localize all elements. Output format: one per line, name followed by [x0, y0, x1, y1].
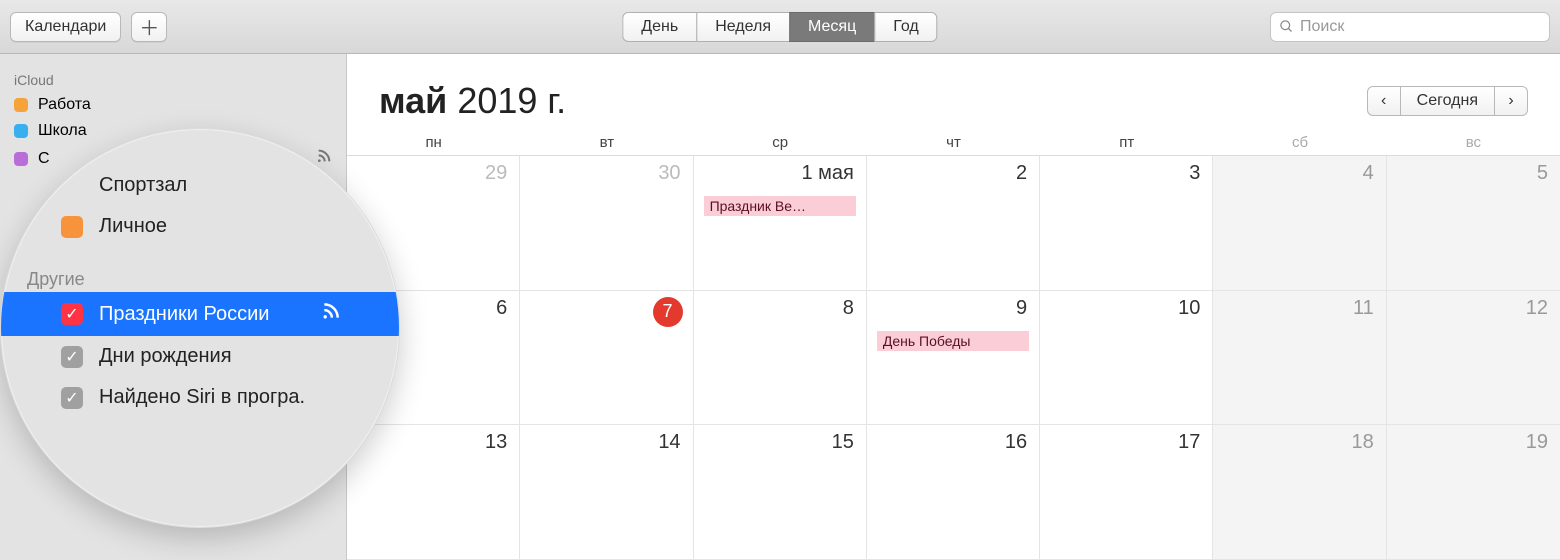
view-tab-День[interactable]: День — [622, 12, 696, 42]
day-number: 19 — [1526, 431, 1548, 454]
view-segmented-control: ДеньНеделяМесяцГод — [622, 12, 937, 42]
day-cell[interactable]: 3 — [1040, 156, 1213, 290]
search-input[interactable]: Поиск — [1270, 12, 1550, 42]
sidebar-item[interactable]: Спортзал — [1, 165, 399, 206]
add-button[interactable]: ＋ — [131, 12, 167, 42]
day-number: 8 — [843, 297, 854, 320]
day-number: 29 — [485, 162, 507, 185]
sidebar-item-label: Спортзал — [99, 174, 187, 197]
calendars-button[interactable]: Календари — [10, 12, 121, 42]
checkbox-icon[interactable]: ✓ — [61, 387, 83, 409]
day-cell[interactable]: 15 — [694, 425, 867, 559]
chevron-right-icon: › — [1508, 92, 1513, 110]
calendar-color-swatch — [14, 98, 28, 112]
day-number: 4 — [1363, 162, 1374, 185]
day-number: 1 мая — [801, 162, 853, 185]
month-title: май 2019 г. — [379, 80, 566, 122]
day-cell[interactable]: 7 — [520, 291, 693, 425]
search-icon — [1279, 19, 1294, 34]
day-cell[interactable]: 16 — [867, 425, 1040, 559]
dow-label: пт — [1040, 130, 1213, 156]
dow-label: вс — [1387, 130, 1560, 156]
day-cell[interactable]: 12 — [1387, 291, 1560, 425]
sidebar-item[interactable]: Личное — [1, 206, 399, 247]
day-number: 12 — [1526, 297, 1548, 320]
day-of-week-header: пнвтсрчтптсбвс — [347, 130, 1560, 156]
day-cell[interactable]: 17 — [1040, 425, 1213, 559]
shared-icon — [321, 301, 341, 327]
next-month-button[interactable]: › — [1494, 86, 1528, 116]
calendar-area: май 2019 г. ‹ Сегодня › пнвтсрчтптсбвс 2… — [347, 54, 1560, 560]
calendar-color-swatch — [61, 216, 83, 238]
day-cell[interactable]: 10 — [1040, 291, 1213, 425]
sidebar-item[interactable]: ✓ Найдено Siri в програ. — [1, 377, 399, 418]
day-cell[interactable]: 14 — [520, 425, 693, 559]
day-number: 18 — [1351, 431, 1373, 454]
day-cell[interactable]: 19 — [1387, 425, 1560, 559]
sidebar-item-label: Личное — [99, 215, 167, 238]
day-cell[interactable]: 13 — [347, 425, 520, 559]
sidebar-section-other: Другие — [1, 259, 399, 292]
day-number: 15 — [832, 431, 854, 454]
day-number: 13 — [485, 431, 507, 454]
search-placeholder: Поиск — [1300, 18, 1344, 36]
day-number: 5 — [1537, 162, 1548, 185]
zoom-lens: Спортзал Личное Другие ✓ Праздники России… — [0, 128, 400, 528]
day-cell[interactable]: 8 — [694, 291, 867, 425]
day-number: 16 — [1005, 431, 1027, 454]
dow-label: сб — [1213, 130, 1386, 156]
day-number: 9 — [1016, 297, 1027, 320]
day-cell[interactable]: 5 — [1387, 156, 1560, 290]
day-number: 17 — [1178, 431, 1200, 454]
day-cell[interactable]: 18 — [1213, 425, 1386, 559]
month-nav: ‹ Сегодня › — [1367, 86, 1528, 116]
sidebar-item[interactable]: ✓ Праздники России — [1, 292, 399, 336]
sidebar-item[interactable]: ✓ Дни рождения — [1, 336, 399, 377]
day-number: 10 — [1178, 297, 1200, 320]
sidebar-item-label: Найдено Siri в програ. — [99, 386, 305, 409]
checkbox-icon[interactable]: ✓ — [61, 346, 83, 368]
month-grid: 29 30 1 мая Праздник Ве… 2 3 4 5 6 7 8 9 День Победы… — [347, 156, 1560, 560]
prev-month-button[interactable]: ‹ — [1367, 86, 1401, 116]
day-number: 30 — [658, 162, 680, 185]
sidebar-item-label: Работа — [38, 96, 91, 114]
day-cell[interactable]: 1 мая Праздник Ве… — [694, 156, 867, 290]
view-tab-Год[interactable]: Год — [874, 12, 937, 42]
day-cell[interactable]: 2 — [867, 156, 1040, 290]
view-tab-Месяц[interactable]: Месяц — [789, 12, 874, 42]
today-button[interactable]: Сегодня — [1401, 86, 1494, 116]
day-cell[interactable]: 9 День Победы — [867, 291, 1040, 425]
day-cell[interactable]: 4 — [1213, 156, 1386, 290]
event-pill[interactable]: Праздник Ве… — [704, 196, 856, 216]
sidebar-item-label: Праздники России — [99, 303, 269, 326]
sidebar-item-label: Дни рождения — [99, 345, 232, 368]
day-number: 3 — [1189, 162, 1200, 185]
day-number: 14 — [658, 431, 680, 454]
toolbar: Календари ＋ ДеньНеделяМесяцГод Поиск — [0, 0, 1560, 54]
sidebar-item[interactable]: Работа — [0, 92, 346, 118]
chevron-left-icon: ‹ — [1381, 92, 1386, 110]
dow-label: вт — [520, 130, 693, 156]
day-number: 11 — [1353, 297, 1374, 320]
plus-icon: ＋ — [139, 12, 159, 41]
event-pill[interactable]: День Победы — [877, 331, 1029, 351]
day-number: 2 — [1016, 162, 1027, 185]
checkbox-icon[interactable]: ✓ — [61, 303, 83, 325]
day-cell[interactable]: 30 — [520, 156, 693, 290]
view-tab-Неделя[interactable]: Неделя — [696, 12, 789, 42]
day-number: 6 — [496, 297, 507, 320]
day-cell[interactable]: 11 — [1213, 291, 1386, 425]
today-indicator: 7 — [653, 297, 683, 327]
dow-label: ср — [694, 130, 867, 156]
dow-label: чт — [867, 130, 1040, 156]
sidebar-section-icloud: iCloud — [0, 66, 346, 92]
